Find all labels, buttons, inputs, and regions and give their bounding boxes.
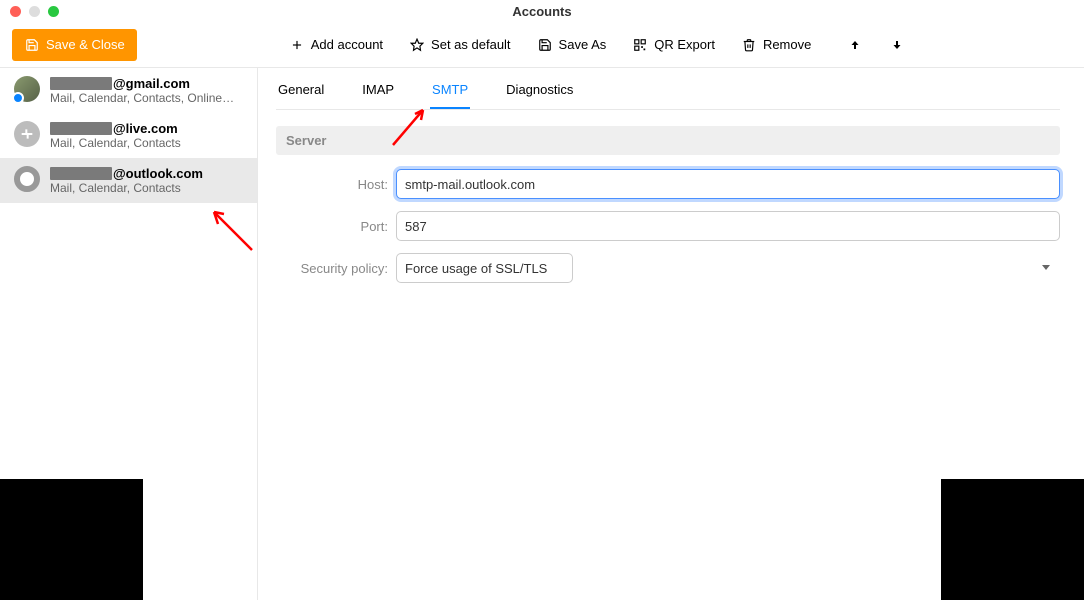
account-item-outlook[interactable]: @outlook.com Mail, Calendar, Contacts (0, 158, 257, 203)
star-icon (409, 37, 425, 53)
add-account-label: Add account (311, 37, 383, 52)
add-account-button[interactable]: Add account (289, 37, 383, 53)
tab-imap[interactable]: IMAP (360, 82, 396, 109)
tab-diagnostics[interactable]: Diagnostics (504, 82, 575, 109)
set-default-button[interactable]: Set as default (409, 37, 511, 53)
avatar (14, 76, 40, 102)
plus-icon (289, 37, 305, 53)
set-default-label: Set as default (431, 37, 511, 52)
port-input[interactable] (396, 211, 1060, 241)
avatar (14, 166, 40, 192)
host-label: Host: (276, 177, 396, 192)
save-as-button[interactable]: Save As (537, 37, 607, 53)
save-as-label: Save As (559, 37, 607, 52)
floppy-icon (537, 37, 553, 53)
account-email: @live.com (50, 121, 181, 136)
close-window-icon[interactable] (10, 6, 21, 17)
remove-label: Remove (763, 37, 811, 52)
save-close-label: Save & Close (46, 37, 125, 52)
avatar (14, 121, 40, 147)
account-services: Mail, Calendar, Contacts, Online… (50, 91, 234, 105)
port-label: Port: (276, 219, 396, 234)
account-email: @outlook.com (50, 166, 203, 181)
account-item-live[interactable]: @live.com Mail, Calendar, Contacts (0, 113, 257, 158)
smtp-form: Host: Port: Security policy: Force usage… (276, 169, 1060, 283)
remove-button[interactable]: Remove (741, 37, 811, 53)
titlebar: Accounts (0, 0, 1084, 22)
default-badge-icon (12, 92, 24, 104)
move-up-button[interactable] (847, 37, 863, 53)
minimize-window-icon[interactable] (29, 6, 40, 17)
server-section-header: Server (276, 126, 1060, 155)
account-email: @gmail.com (50, 76, 234, 91)
fullscreen-window-icon[interactable] (48, 6, 59, 17)
arrow-up-icon (847, 37, 863, 53)
arrow-down-icon (889, 37, 905, 53)
host-input[interactable] (396, 169, 1060, 199)
qr-icon (632, 37, 648, 53)
save-icon (24, 37, 40, 53)
tabs: General IMAP SMTP Diagnostics (276, 68, 1060, 110)
window-title: Accounts (512, 4, 571, 19)
tab-general[interactable]: General (276, 82, 326, 109)
trash-icon (741, 37, 757, 53)
qr-export-button[interactable]: QR Export (632, 37, 715, 53)
account-services: Mail, Calendar, Contacts (50, 136, 181, 150)
black-overlay (941, 479, 1084, 600)
account-services: Mail, Calendar, Contacts (50, 181, 203, 195)
black-overlay (0, 479, 143, 600)
window-controls (10, 6, 59, 17)
security-label: Security policy: (276, 261, 396, 276)
qr-export-label: QR Export (654, 37, 715, 52)
security-policy-select[interactable]: Force usage of SSL/TLS (396, 253, 573, 283)
move-down-button[interactable] (889, 37, 905, 53)
account-item-gmail[interactable]: @gmail.com Mail, Calendar, Contacts, Onl… (0, 68, 257, 113)
toolbar: Save & Close Add account Set as default … (0, 22, 1084, 68)
save-close-button[interactable]: Save & Close (12, 29, 137, 61)
tab-smtp[interactable]: SMTP (430, 82, 470, 109)
